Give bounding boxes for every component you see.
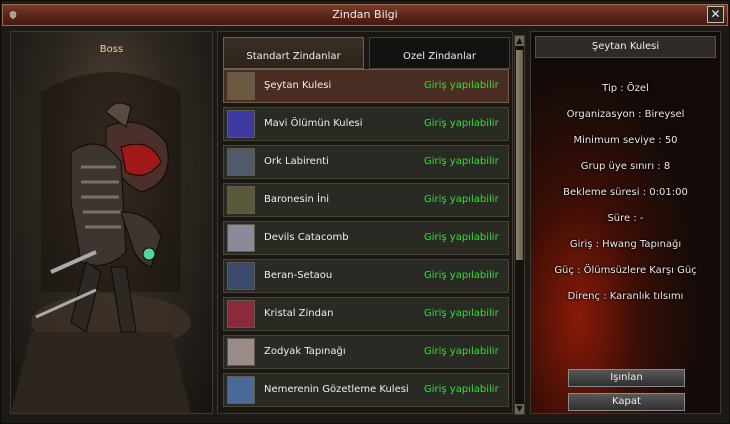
dungeon-status: Giriş yapılabilir	[424, 308, 499, 319]
dungeon-thumbnail	[227, 148, 255, 176]
dungeon-status: Giriş yapılabilir	[424, 194, 499, 205]
list-item[interactable]: Devils Catacomb Giriş yapılabilir	[223, 221, 509, 255]
dungeon-name: Kristal Zindan	[264, 308, 334, 319]
dungeon-info-window: Zindan Bilgi ✕ Boss Standart Zindanlar O…	[0, 0, 730, 424]
list-item[interactable]: Mavi Ölümün Kulesi Giriş yapılabilir	[223, 107, 509, 141]
tab-special-dungeons[interactable]: Ozel Zindanlar	[369, 37, 510, 69]
dungeon-thumbnail	[227, 72, 255, 100]
dungeon-status: Giriş yapılabilir	[424, 156, 499, 167]
list-item[interactable]: Baronesin İni Giriş yapılabilir	[223, 183, 509, 217]
selected-dungeon-title: Şeytan Kulesi	[535, 36, 716, 58]
dungeon-name: Zodyak Tapınağı	[264, 346, 346, 357]
list-item[interactable]: Zodyak Tapınağı Giriş yapılabilir	[223, 335, 509, 369]
info-resistance: Direnç : Karanlık tılsımı	[567, 291, 684, 302]
info-entrance: Giriş : Hwang Tapınağı	[569, 239, 682, 250]
boss-label: Boss	[99, 44, 124, 55]
dungeon-thumbnail	[227, 224, 255, 252]
list-item[interactable]: Beran-Setaou Giriş yapılabilir	[223, 259, 509, 293]
list-item[interactable]: Nemerenin Gözetleme Kulesi Giriş yapılab…	[223, 373, 509, 407]
scroll-thumb[interactable]	[516, 50, 523, 260]
dungeon-thumbnail	[227, 376, 255, 404]
dungeon-status: Giriş yapılabilir	[424, 346, 499, 357]
dungeon-thumbnail	[227, 338, 255, 366]
dungeon-thumbnail	[227, 110, 255, 138]
dungeon-name: Baronesin İni	[264, 194, 330, 205]
dungeon-status: Giriş yapılabilir	[424, 384, 499, 395]
scroll-up-icon[interactable]: ▲	[515, 36, 524, 46]
dungeon-thumbnail	[227, 300, 255, 328]
list-item[interactable]: Kristal Zindan Giriş yapılabilir	[223, 297, 509, 331]
info-organization: Organizasyon : Bireysel	[566, 109, 685, 120]
info-type: Tip : Özel	[602, 83, 649, 94]
dungeon-name: Nemerenin Gözetleme Kulesi	[264, 384, 409, 395]
dungeon-name: Ork Labirenti	[264, 156, 329, 167]
dungeon-status: Giriş yapılabilir	[424, 80, 499, 91]
dungeon-thumbnail	[227, 262, 255, 290]
dungeon-name: Şeytan Kulesi	[264, 80, 332, 91]
boss-preview-panel: Boss	[10, 31, 213, 414]
info-min-level: Minimum seviye : 50	[573, 135, 678, 146]
info-group-limit: Grup üye sınırı : 8	[580, 161, 671, 172]
dungeon-details-panel: Şeytan Kulesi Tip : Özel Organizasyon : …	[530, 31, 721, 414]
close-button[interactable]: Kapat	[568, 393, 685, 411]
list-item[interactable]: Şeytan Kulesi Giriş yapılabilir	[223, 69, 509, 103]
info-cooldown: Bekleme süresi : 0:01:00	[563, 187, 688, 198]
scroll-down-icon[interactable]: ▼	[515, 404, 524, 414]
dungeon-name: Mavi Ölümün Kulesi	[264, 118, 363, 129]
info-duration: Süre : -	[607, 213, 644, 224]
tab-standard-dungeons[interactable]: Standart Zindanlar	[223, 37, 364, 69]
list-item[interactable]: Ork Labirenti Giriş yapılabilir	[223, 145, 509, 179]
close-icon[interactable]: ✕	[707, 6, 724, 23]
boss-model-image	[11, 72, 191, 413]
window-title: Zindan Bilgi	[332, 8, 398, 21]
dungeon-list-scrollbar[interactable]: ▲ ▼	[514, 35, 525, 415]
dungeon-status: Giriş yapılabilir	[424, 118, 499, 129]
dungeon-thumbnail	[227, 186, 255, 214]
dungeon-name: Beran-Setaou	[264, 270, 333, 281]
dungeon-name: Devils Catacomb	[264, 232, 349, 243]
dungeon-status: Giriş yapılabilir	[424, 270, 499, 281]
title-bar[interactable]: Zindan Bilgi ✕	[2, 4, 728, 26]
dungeon-list-panel: Standart Zindanlar Ozel Zindanlar Şeytan…	[217, 31, 513, 414]
teleport-button[interactable]: Işınlan	[568, 369, 685, 387]
info-strength: Güç : Ölümsüzlere Karşı Güç	[554, 265, 697, 276]
dungeon-status: Giriş yapılabilir	[424, 232, 499, 243]
